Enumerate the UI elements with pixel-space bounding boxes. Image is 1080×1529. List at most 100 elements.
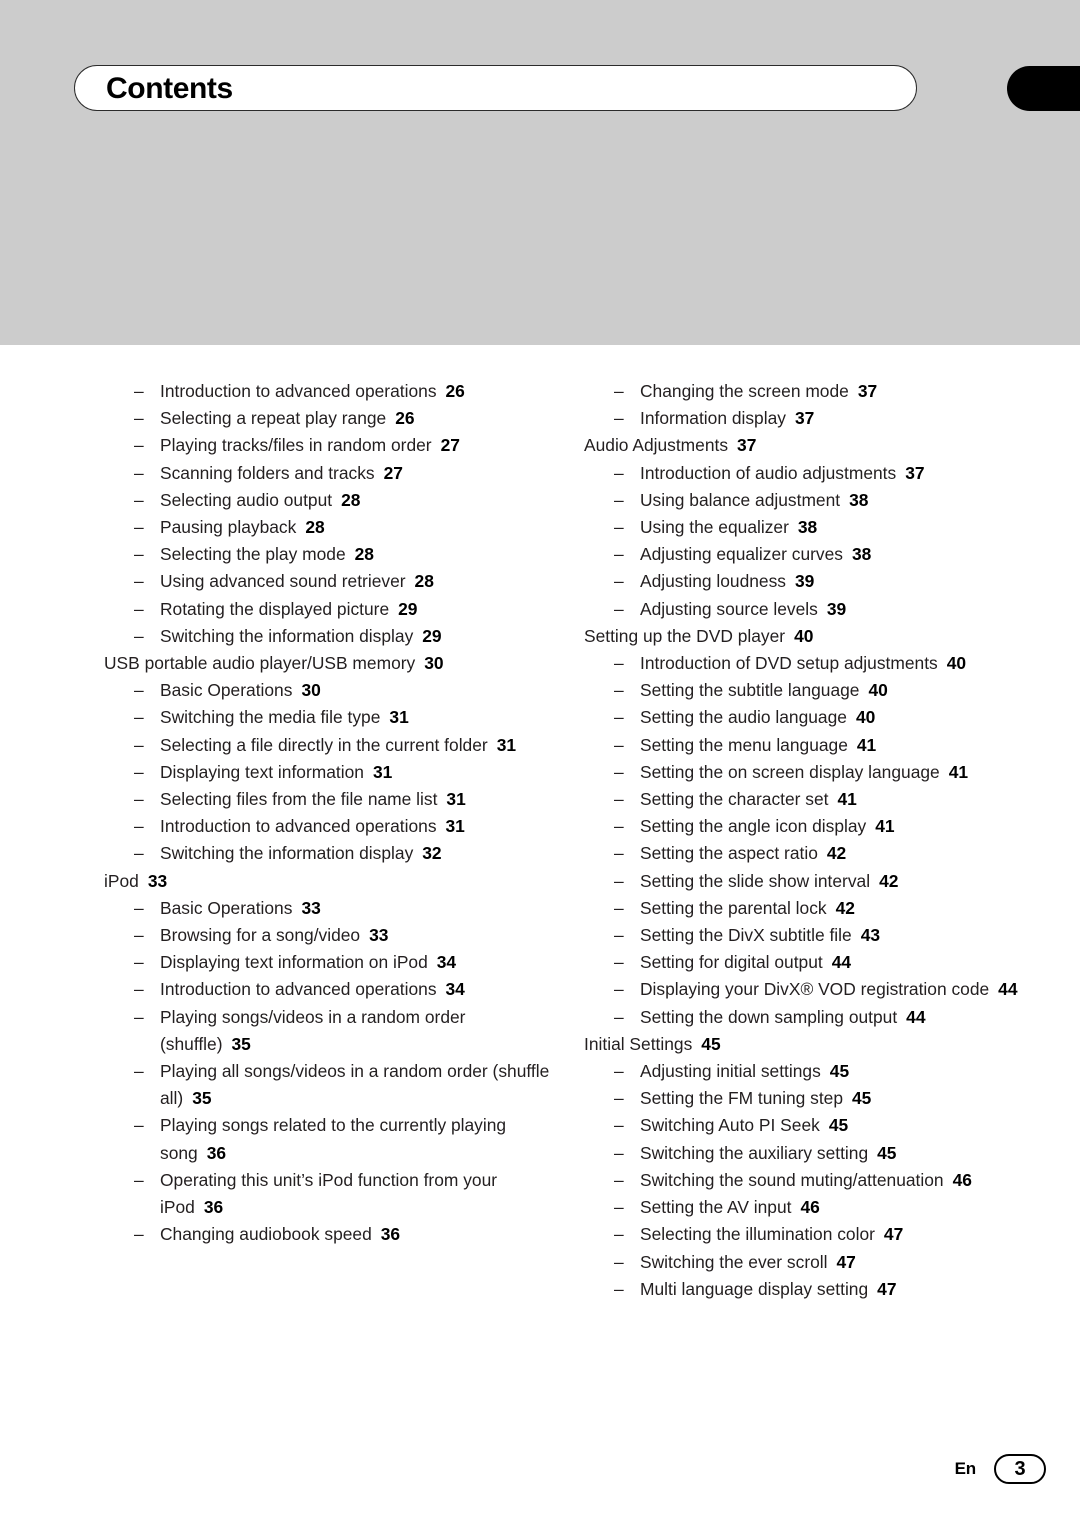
toc-sub-entry[interactable]: Selecting the illumination color 47	[584, 1221, 1054, 1248]
toc-sub-entry[interactable]: Playing tracks/files in random order 27	[104, 432, 559, 459]
toc-sub-entry[interactable]: Setting the DivX subtitle file 43	[584, 922, 1054, 949]
dash-icon	[584, 949, 640, 976]
dash-icon	[104, 1004, 160, 1031]
toc-sub-entry[interactable]: Basic Operations 30	[104, 677, 559, 704]
toc-sub-entry[interactable]: Introduction to advanced operations 26	[104, 378, 559, 405]
toc-sub-entry[interactable]: Switching the information display 29	[104, 623, 559, 650]
dash-icon	[584, 596, 640, 623]
toc-sub-entry[interactable]: Browsing for a song/video 33	[104, 922, 559, 949]
toc-sub-entry[interactable]: Introduction to advanced operations 31	[104, 813, 559, 840]
dash-icon	[104, 677, 160, 704]
toc-entry-title: Playing songs/videos in a random order (…	[160, 1006, 466, 1054]
toc-sub-entry[interactable]: Rotating the displayed picture 29	[104, 596, 559, 623]
toc-chapter-entry[interactable]: Initial Settings 45	[584, 1031, 1054, 1058]
toc-sub-entry[interactable]: Multi language display setting 47	[584, 1276, 1054, 1303]
toc-sub-entry[interactable]: Selecting files from the file name list 3…	[104, 786, 559, 813]
toc-entry-title: Setting the character set	[640, 789, 829, 810]
toc-sub-entry[interactable]: Switching the ever scroll 47	[584, 1249, 1054, 1276]
toc-sub-entry[interactable]: Playing songs related to the currently p…	[104, 1112, 559, 1166]
toc-sub-entry[interactable]: Setting the AV input 46	[584, 1194, 1054, 1221]
toc-sub-entry[interactable]: Setting the down sampling output 44	[584, 1004, 1054, 1031]
toc-entry-title: Switching the auxiliary setting	[640, 1142, 869, 1163]
toc-sub-entry[interactable]: Using advanced sound retriever 28	[104, 568, 559, 595]
toc-sub-entry[interactable]: Setting the FM tuning step 45	[584, 1085, 1054, 1112]
toc-sub-entry[interactable]: Adjusting source levels 39	[584, 596, 1054, 623]
toc-entry-title: Pausing playback	[160, 517, 297, 538]
toc-sub-entry[interactable]: Selecting a repeat play range 26	[104, 405, 559, 432]
toc-sub-entry[interactable]: Using balance adjustment 38	[584, 487, 1054, 514]
toc-sub-entry[interactable]: Switching the auxiliary setting 45	[584, 1140, 1054, 1167]
toc-sub-entry[interactable]: Displaying text information on iPod 34	[104, 949, 559, 976]
toc-sub-entry[interactable]: Adjusting equalizer curves 38	[584, 541, 1054, 568]
toc-sub-entry[interactable]: Playing songs/videos in a random order (…	[104, 1004, 559, 1058]
toc-entry-title: Switching the ever scroll	[640, 1251, 828, 1272]
toc-sub-entry[interactable]: Operating this unit’s iPod function from…	[104, 1167, 559, 1221]
toc-chapter-entry[interactable]: Audio Adjustments 37	[584, 432, 1054, 459]
toc-entry-page-number: 40	[794, 625, 814, 646]
toc-sub-entry[interactable]: Changing audiobook speed 36	[104, 1221, 559, 1248]
toc-sub-entry[interactable]: Setting for digital output 44	[584, 949, 1054, 976]
toc-sub-entry[interactable]: Setting the on screen display language 41	[584, 759, 1054, 786]
toc-sub-entry[interactable]: Setting the subtitle language 40	[584, 677, 1054, 704]
toc-sub-entry[interactable]: Setting the aspect ratio 42	[584, 840, 1054, 867]
toc-entry-title: Displaying your DivX® VOD registration c…	[640, 979, 990, 1000]
dash-icon	[584, 976, 640, 1003]
toc-sub-entry[interactable]: Introduction of DVD setup adjustments 40	[584, 650, 1054, 677]
toc-sub-entry[interactable]: Selecting audio output 28	[104, 487, 559, 514]
toc-entry-title: Using the equalizer	[640, 517, 789, 538]
toc-entry-title: Setting for digital output	[640, 952, 823, 973]
toc-sub-entry[interactable]: Displaying text information 31	[104, 759, 559, 786]
toc-entry-page-number: 31	[496, 734, 517, 755]
toc-sub-entry[interactable]: Adjusting loudness 39	[584, 568, 1054, 595]
toc-entry-page-number: 35	[231, 1033, 251, 1054]
toc-sub-entry[interactable]: Setting the audio language 40	[584, 704, 1054, 731]
toc-entry-page-number: 41	[875, 816, 895, 837]
toc-entry-title: Setting the down sampling output	[640, 1006, 898, 1027]
toc-sub-entry[interactable]: Introduction to advanced operations 34	[104, 976, 559, 1003]
toc-sub-entry[interactable]: Adjusting initial settings 45	[584, 1058, 1054, 1085]
dash-icon	[104, 1167, 160, 1194]
toc-sub-entry[interactable]: Setting the parental lock 42	[584, 895, 1054, 922]
toc-chapter-entry[interactable]: Setting up the DVD player 40	[584, 623, 1054, 650]
toc-sub-entry[interactable]: Using the equalizer 38	[584, 514, 1054, 541]
toc-sub-entry[interactable]: Changing the screen mode 37	[584, 378, 1054, 405]
page-footer: En 3	[955, 1454, 1046, 1484]
dash-icon	[584, 704, 640, 731]
toc-chapter-entry[interactable]: USB portable audio player/USB memory 30	[104, 650, 559, 677]
dash-icon	[584, 868, 640, 895]
dash-icon	[104, 460, 160, 487]
toc-sub-entry[interactable]: Setting the slide show interval 42	[584, 868, 1054, 895]
toc-sub-entry[interactable]: Switching Auto PI Seek 45	[584, 1112, 1054, 1139]
toc-entry-page-number: 34	[436, 952, 457, 973]
dash-icon	[584, 786, 640, 813]
toc-chapter-entry[interactable]: iPod 33	[104, 868, 559, 895]
toc-sub-entry[interactable]: Switching the media file type 31	[104, 704, 559, 731]
toc-sub-entry[interactable]: Switching the sound muting/attenuation 46	[584, 1167, 1054, 1194]
toc-sub-entry[interactable]: Basic Operations 33	[104, 895, 559, 922]
toc-sub-entry[interactable]: Selecting a file directly in the current…	[104, 732, 559, 759]
toc-entry-title: Adjusting equalizer curves	[640, 544, 843, 565]
toc-sub-entry[interactable]: Setting the angle icon display 41	[584, 813, 1054, 840]
toc-sub-entry[interactable]: Setting the menu language 41	[584, 732, 1054, 759]
toc-sub-entry[interactable]: Introduction of audio adjustments 37	[584, 460, 1054, 487]
toc-sub-entry[interactable]: Information display 37	[584, 405, 1054, 432]
toc-sub-entry[interactable]: Setting the character set 41	[584, 786, 1054, 813]
toc-sub-entry[interactable]: Pausing playback 28	[104, 514, 559, 541]
toc-entry-title: Switching the information display	[160, 625, 414, 646]
toc-entry-title: Switching the information display	[160, 843, 414, 864]
toc-sub-entry[interactable]: Scanning folders and tracks 27	[104, 460, 559, 487]
toc-entry-title: Displaying text information on iPod	[160, 952, 428, 973]
toc-entry-title: Adjusting loudness	[640, 571, 786, 592]
dash-icon	[584, 568, 640, 595]
toc-sub-entry[interactable]: Switching the information display 32	[104, 840, 559, 867]
toc-sub-entry[interactable]: Selecting the play mode 28	[104, 541, 559, 568]
toc-sub-entry[interactable]: Displaying your DivX® VOD registration c…	[584, 976, 1054, 1003]
dash-icon	[584, 1004, 640, 1031]
toc-sub-entry[interactable]: Playing all songs/videos in a random ord…	[104, 1058, 559, 1112]
dash-icon	[584, 922, 640, 949]
toc-entry-title: Switching the media file type	[160, 707, 381, 728]
toc-entry-title: Setting the slide show interval	[640, 870, 871, 891]
toc-entry-title: Introduction of DVD setup adjustments	[640, 653, 938, 674]
toc-entry-page-number: 32	[422, 843, 442, 864]
toc-entry-title: Introduction of audio adjustments	[640, 462, 897, 483]
